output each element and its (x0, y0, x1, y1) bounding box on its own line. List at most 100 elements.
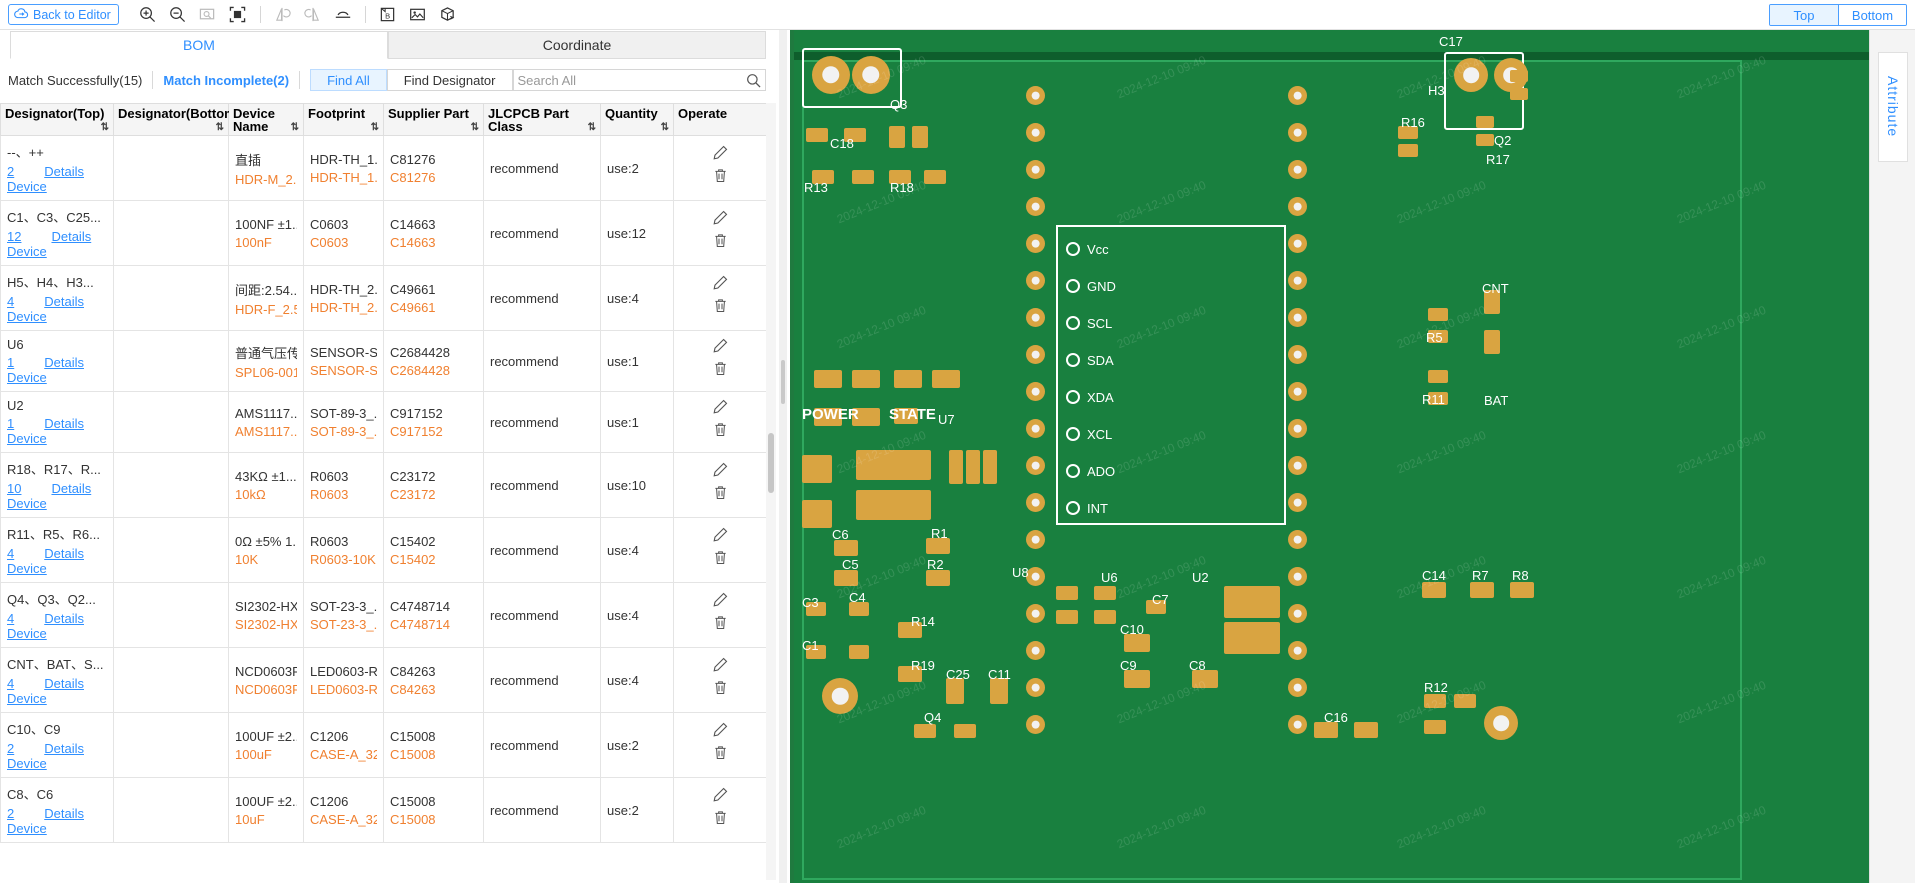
details-link[interactable]: Details (44, 546, 84, 561)
edit-icon[interactable] (680, 338, 760, 356)
sort-icon[interactable]: ⇅ (471, 123, 479, 133)
table-row[interactable]: C10、C9 2 Details Device 100UF ±2... 100uF C120… (0, 712, 767, 778)
delete-icon[interactable] (680, 680, 760, 698)
delete-icon[interactable] (680, 745, 760, 763)
find-designator-button[interactable]: Find Designator (386, 69, 513, 91)
col-jlcpcb-part-class[interactable]: JLCPCB Part Class ⇅ (483, 103, 601, 136)
details-link[interactable]: Details (44, 806, 84, 821)
edit-icon[interactable] (680, 275, 760, 293)
delete-icon[interactable] (680, 298, 760, 316)
delete-icon[interactable] (680, 168, 760, 186)
details-link[interactable]: Details (44, 164, 84, 179)
device-count-link[interactable]: 4 (7, 546, 14, 561)
table-row[interactable]: R18、R17、R... 10 Details Device 43KΩ ±1... 10k… (0, 452, 767, 518)
table-row[interactable]: CNT、BAT、S...4DetailsDeviceNCD0603R1NCD06… (0, 647, 767, 713)
flip-right-icon[interactable] (298, 2, 328, 28)
export-3d-icon[interactable] (433, 2, 463, 28)
col-designator-top[interactable]: Designator(Top) ⇅ (0, 103, 114, 136)
device-link[interactable]: Device (7, 756, 107, 771)
table-row[interactable]: H5、H4、H3... 4 Details Device 间距:2.54... HDR-F… (0, 265, 767, 331)
table-row[interactable]: --、++ 2 DetailsDevice 直插 HDR-M_2.... HDR-TH_1… (0, 135, 767, 201)
export-image-icon[interactable] (403, 2, 433, 28)
edit-icon[interactable] (680, 657, 760, 675)
edit-icon[interactable] (680, 462, 760, 480)
delete-icon[interactable] (680, 810, 760, 828)
table-row[interactable]: U2 1 Details Device AMS1117... AMS1117... SOT-… (0, 391, 767, 453)
sort-icon[interactable]: ⇅ (291, 123, 299, 133)
delete-icon[interactable] (680, 422, 760, 440)
delete-icon[interactable] (680, 550, 760, 568)
details-link[interactable]: Details (44, 741, 84, 756)
mpu-component-outline[interactable] (1056, 225, 1286, 525)
edit-icon[interactable] (680, 399, 760, 417)
search-icon[interactable] (741, 73, 765, 88)
mirror-icon[interactable] (328, 2, 358, 28)
scrollbar-thumb[interactable] (768, 433, 774, 493)
edit-icon[interactable] (680, 592, 760, 610)
sort-icon[interactable]: ⇅ (216, 123, 224, 133)
details-link[interactable]: Details (44, 294, 84, 309)
details-link[interactable]: Details (51, 481, 91, 496)
table-row[interactable]: C1、C3、C25... 12 Details Device 100NF ±1... 10… (0, 200, 767, 266)
col-quantity[interactable]: Quantity ⇅ (600, 103, 674, 136)
device-count-link[interactable]: 10 (7, 481, 21, 496)
match-incomplete-label[interactable]: Match Incomplete(2) (163, 73, 289, 88)
bom-table-scrollbar[interactable] (766, 103, 776, 880)
details-link[interactable]: Details (44, 676, 84, 691)
flip-left-icon[interactable] (268, 2, 298, 28)
search-input[interactable] (513, 71, 741, 89)
device-link[interactable]: Device (7, 496, 107, 511)
device-link[interactable]: Device (7, 626, 107, 641)
device-count-link[interactable]: 4 (7, 676, 14, 691)
device-link[interactable]: Device (7, 309, 107, 324)
details-link[interactable]: Details (44, 355, 84, 370)
table-row[interactable]: U6 1 DetailsDevice 普通气压传... SPL06-001 SENSOR-… (0, 330, 767, 392)
edit-icon[interactable] (680, 145, 760, 163)
layer-top-button[interactable]: Top (1770, 5, 1838, 25)
edit-icon[interactable] (680, 787, 760, 805)
splitter-grip[interactable] (781, 360, 785, 404)
device-count-link[interactable]: 1 (7, 355, 14, 370)
zoom-in-icon[interactable] (133, 2, 163, 28)
sort-icon[interactable]: ⇅ (588, 123, 596, 133)
zoom-area-icon[interactable] (193, 2, 223, 28)
tab-coordinate[interactable]: Coordinate (388, 31, 766, 59)
device-count-link[interactable]: 2 (7, 741, 14, 756)
delete-icon[interactable] (680, 233, 760, 251)
col-designator-bottom[interactable]: Designator(Bottom) ⇅ (113, 103, 240, 136)
sort-icon[interactable]: ⇅ (101, 123, 109, 133)
delete-icon[interactable] (680, 361, 760, 379)
table-row[interactable]: C8、C6 2 Details Device 100UF ±2... 10uF C1206 C… (0, 777, 767, 843)
details-link[interactable]: Details (51, 229, 91, 244)
panel-splitter[interactable] (779, 30, 787, 883)
col-footprint[interactable]: Footprint ⇅ (303, 103, 384, 136)
sort-icon[interactable]: ⇅ (661, 123, 669, 133)
table-row[interactable]: Q4、Q3、Q2...4DetailsDeviceSI2302-HXYSI230… (0, 582, 767, 648)
fit-to-screen-icon[interactable] (223, 2, 253, 28)
details-link[interactable]: Details (44, 416, 84, 431)
device-link[interactable]: Device (7, 561, 107, 576)
table-row[interactable]: R11、R5、R6... 4 Details Device 0Ω ±5% 1... 10K… (0, 517, 767, 583)
col-device-name[interactable]: Device Name ⇅ (228, 103, 304, 136)
device-link[interactable]: Device (7, 691, 107, 706)
device-count-link[interactable]: 4 (7, 294, 14, 309)
device-count-link[interactable]: 2 (7, 164, 14, 179)
details-link[interactable]: Details (44, 611, 84, 626)
delete-icon[interactable] (680, 485, 760, 503)
device-count-link[interactable]: 12 (7, 229, 21, 244)
edit-icon[interactable] (680, 210, 760, 228)
edit-icon[interactable] (680, 722, 760, 740)
device-link[interactable]: Device (7, 370, 107, 385)
tab-bom[interactable]: BOM (10, 31, 388, 59)
sort-icon[interactable]: ⇅ (371, 123, 379, 133)
zoom-out-icon[interactable] (163, 2, 193, 28)
device-link[interactable]: Device (7, 431, 107, 446)
export-bom-icon[interactable]: B (373, 2, 403, 28)
col-supplier-part[interactable]: Supplier Part ⇅ (383, 103, 484, 136)
attribute-panel-toggle[interactable]: Attribute (1878, 52, 1908, 162)
find-all-button[interactable]: Find All (310, 69, 387, 91)
back-to-editor-button[interactable]: Back to Editor (8, 4, 119, 25)
match-successfully-label[interactable]: Match Successfully(15) (8, 73, 142, 88)
device-count-link[interactable]: 1 (7, 416, 14, 431)
device-count-link[interactable]: 2 (7, 806, 14, 821)
